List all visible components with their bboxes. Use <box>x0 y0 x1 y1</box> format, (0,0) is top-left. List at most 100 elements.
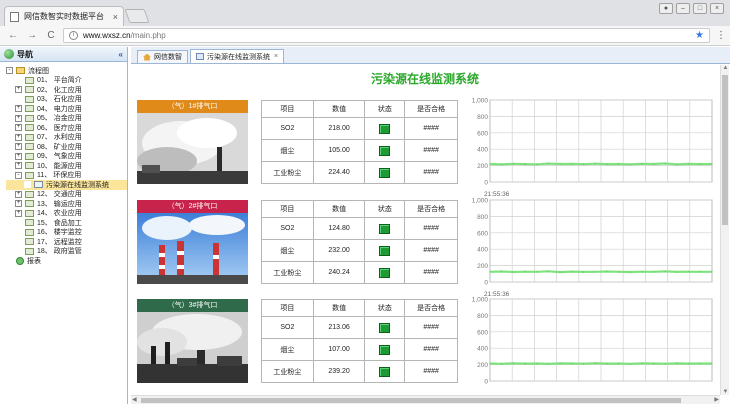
collapse-sidebar-icon[interactable]: « <box>119 50 123 59</box>
expand-node-icon[interactable]: + <box>15 200 22 208</box>
new-tab-button[interactable] <box>124 9 150 23</box>
horizontal-scroll-thumb[interactable] <box>141 398 681 403</box>
table-row: SO2 218.00 #### <box>261 117 458 140</box>
forward-button[interactable]: → <box>25 30 39 41</box>
close-tab-icon[interactable]: × <box>274 53 278 60</box>
expand-node-icon[interactable]: + <box>15 209 22 217</box>
status-indicator <box>379 267 391 278</box>
expand-node-icon[interactable]: + <box>15 124 22 132</box>
navigation-tree: - 流程图 01、 平台简介 +02、 化工应用 03、 石化应用 +04、 电力应用 +0… <box>0 62 127 266</box>
status-indicator <box>379 366 391 377</box>
tab-home[interactable]: 网信数智 <box>137 50 188 63</box>
table-header-row: 项目 数值 状态 是否合格 <box>261 299 458 317</box>
scroll-left-icon[interactable]: ◀ <box>132 396 137 403</box>
spacer <box>15 247 22 255</box>
user-icon[interactable]: ● <box>659 3 673 14</box>
spacer <box>24 181 31 189</box>
status-cell <box>364 261 406 284</box>
table-row: 烟尘 232.00 #### <box>261 239 458 262</box>
tree-item[interactable]: +07、 水利应用 <box>6 133 127 143</box>
column-header: 是否合格 <box>404 100 458 118</box>
tree-item[interactable]: 15、 食品加工 <box>6 218 127 228</box>
y-tick-label: 400 <box>477 346 488 353</box>
vertical-scrollbar[interactable]: ▲ ▼ <box>720 65 729 395</box>
tree-item[interactable]: 18、 政府监管 <box>6 247 127 257</box>
trend-chart-svg: 1,000 800 600 400 200 0 <box>472 198 713 287</box>
data-point <box>582 363 585 365</box>
expand-node-icon[interactable]: + <box>15 105 22 113</box>
browser-menu-icon[interactable]: ⋮ <box>716 30 726 41</box>
tree-item[interactable]: +08、 矿业应用 <box>6 142 127 152</box>
collapse-node-icon[interactable]: - <box>15 171 22 179</box>
module-icon <box>25 162 34 170</box>
status-indicator <box>379 123 391 134</box>
column-header: 数值 <box>312 100 366 118</box>
tree-item[interactable]: 03、 石化应用 <box>6 95 127 105</box>
tree-item[interactable]: +05、 冶金应用 <box>6 114 127 124</box>
scroll-down-icon[interactable]: ▼ <box>721 389 730 395</box>
browser-tab[interactable]: 网信数智实时数据平台 × <box>4 6 124 26</box>
tree-item[interactable]: +09、 气象应用 <box>6 152 127 162</box>
close-window-button[interactable]: × <box>710 3 724 14</box>
back-button[interactable]: ← <box>6 30 20 41</box>
home-icon <box>143 53 151 61</box>
module-icon <box>25 95 34 103</box>
expand-node-icon[interactable]: + <box>15 114 22 122</box>
tree-item[interactable]: 01、 平台简介 <box>6 76 127 86</box>
tree-item[interactable]: +12、 交通应用 <box>6 190 127 200</box>
data-point <box>571 362 573 365</box>
horizontal-scrollbar[interactable]: ◀ ▶ <box>131 395 720 404</box>
close-tab-icon[interactable]: × <box>113 12 118 22</box>
table-header-row: 项目 数值 状态 是否合格 <box>261 200 458 218</box>
expand-node-icon[interactable]: + <box>15 162 22 170</box>
tree-item[interactable]: +10、 能源应用 <box>6 161 127 171</box>
tree-item[interactable]: 报表 <box>6 256 127 266</box>
qualified-cell: #### <box>404 139 458 162</box>
window-controls: ● – □ × <box>659 3 724 14</box>
tree-item[interactable]: 污染源在线监测系统 <box>6 180 127 190</box>
value-cell: 232.00 <box>312 239 366 262</box>
reload-button[interactable]: C <box>44 30 58 41</box>
status-cell <box>364 117 406 140</box>
tree-item[interactable]: +13、 输运应用 <box>6 199 127 209</box>
maximize-button[interactable]: □ <box>693 3 707 14</box>
data-point <box>559 271 561 273</box>
expand-node-icon[interactable]: + <box>15 86 22 94</box>
scroll-up-icon[interactable]: ▲ <box>721 65 730 71</box>
expand-node-icon[interactable]: + <box>15 152 22 160</box>
tree-item[interactable]: +14、 农业应用 <box>6 209 127 219</box>
module-icon <box>25 228 34 236</box>
tree-item-label: 04、 电力应用 <box>37 105 82 113</box>
value-cell: 213.06 <box>312 316 366 339</box>
vertical-scroll-thumb[interactable] <box>722 75 728 225</box>
tree-item[interactable]: 17、 远程监控 <box>6 237 127 247</box>
y-tick-label: 200 <box>477 163 488 170</box>
browser-titlebar: 网信数智实时数据平台 × ● – □ × <box>0 0 730 26</box>
data-point <box>606 163 608 165</box>
tree-item[interactable]: +02、 化工应用 <box>6 85 127 95</box>
expand-node-icon[interactable]: + <box>15 143 22 151</box>
data-point <box>641 362 643 364</box>
info-icon[interactable]: i <box>69 31 78 40</box>
data-point <box>594 163 596 165</box>
tree-item[interactable]: +06、 医疗应用 <box>6 123 127 133</box>
tree-item[interactable]: - 流程图 <box>6 66 127 76</box>
tree-item-label: 流程图 <box>28 67 49 75</box>
tree-item[interactable]: +04、 电力应用 <box>6 104 127 114</box>
expand-node-icon[interactable]: + <box>15 133 22 141</box>
item-cell: SO2 <box>261 117 314 140</box>
data-point <box>652 163 655 165</box>
data-point <box>676 362 678 364</box>
expand-node-icon[interactable]: + <box>15 190 22 198</box>
minimize-button[interactable]: – <box>676 3 690 14</box>
data-point <box>547 363 550 365</box>
tab-pollution-monitor[interactable]: 污染源在线监测系统 × <box>190 49 285 63</box>
scroll-right-icon[interactable]: ▶ <box>714 396 719 403</box>
tree-item[interactable]: 16、 楼宇监控 <box>6 228 127 238</box>
station-data-table: 项目 数值 状态 是否合格 SO2 124.80 #### 烟尘 232.00 #### 工业粉尘 2… <box>261 200 458 284</box>
url-input[interactable]: i www.wxsz.cn /main.php ★ <box>63 28 710 43</box>
page-title: 污染源在线监测系统 <box>370 72 479 86</box>
bookmark-star-icon[interactable]: ★ <box>695 30 704 41</box>
collapse-node-icon[interactable]: - <box>6 67 13 75</box>
tree-item[interactable]: - 11、 环保应用 <box>6 171 127 181</box>
